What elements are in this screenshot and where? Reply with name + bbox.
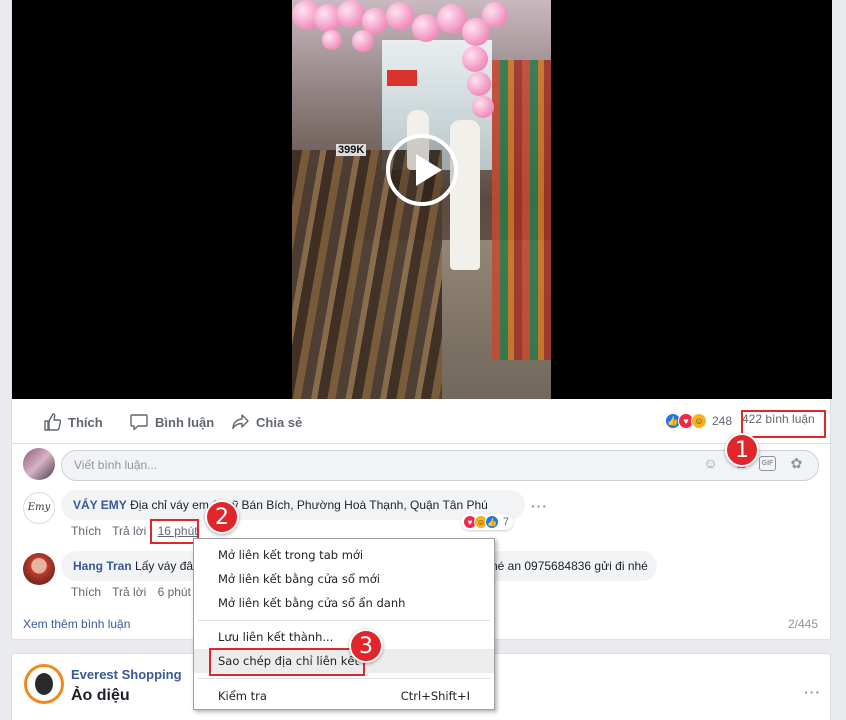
haha-reaction-icon: ☺ <box>691 413 707 429</box>
context-menu: Mở liên kết trong tab mới Mở liên kết bằ… <box>193 538 495 710</box>
comment-timestamp[interactable]: 6 phút <box>158 585 191 599</box>
highlight-copy-link <box>209 648 365 676</box>
comment-like-link[interactable]: Thích <box>71 524 101 538</box>
comment-meta: Thích Trả lời 6 phút <box>71 585 199 599</box>
comment-text: Địa chỉ váy em <box>130 498 209 512</box>
comment-label: Bình luận <box>155 414 215 430</box>
comment-options-icon[interactable]: ··· <box>531 498 548 514</box>
reactions-summary[interactable]: 👍 ♥ ☺ 248 <box>665 413 732 429</box>
menu-divider <box>198 620 490 621</box>
menu-item-save-link-as[interactable]: Lưu liên kết thành... <box>194 625 494 649</box>
comment-reply-link[interactable]: Trả lời <box>112 524 146 538</box>
price-tag: 399K <box>336 144 367 156</box>
comment-reply-link[interactable]: Trả lời <box>112 585 146 599</box>
comment-like-link[interactable]: Thích <box>71 585 101 599</box>
post-options-icon[interactable]: ··· <box>804 684 821 700</box>
share-arrow-icon <box>232 414 249 430</box>
comment-pagination-count: 2/445 <box>788 617 819 631</box>
like-button[interactable]: Thích <box>42 410 103 434</box>
gif-icon[interactable]: GIF <box>759 456 776 471</box>
sticker-icon[interactable]: ✿ <box>788 455 805 472</box>
step-marker-1: 1 <box>725 433 759 467</box>
user-avatar <box>23 448 55 480</box>
comment-button[interactable]: Bình luận <box>129 410 214 434</box>
share-button[interactable]: Chia sẻ <box>230 410 302 434</box>
highlight-timestamp <box>150 519 199 544</box>
comment-reactions[interactable]: ♥ ☺ 👍 7 <box>461 514 514 530</box>
thumbs-up-icon <box>44 413 62 431</box>
step-marker-3: 3 <box>349 629 383 663</box>
video-player[interactable]: 399K <box>12 0 832 399</box>
play-icon[interactable] <box>386 134 458 206</box>
menu-item-label: Kiểm tra <box>218 689 267 703</box>
post-actions-bar: Thích Bình luận Chia sẻ 👍 ♥ ☺ 248 422 bì… <box>12 404 832 444</box>
menu-item-open-new-tab[interactable]: Mở liên kết trong tab mới <box>194 543 494 567</box>
menu-item-label: Lưu liên kết thành... <box>218 630 334 644</box>
comment-avatar[interactable] <box>23 553 55 585</box>
highlight-comments-count <box>741 410 826 438</box>
person-figure <box>450 120 480 270</box>
comment-avatar[interactable]: Emy <box>23 492 55 524</box>
menu-item-label: Mở liên kết bằng cửa sổ ẩn danh <box>218 596 406 610</box>
page-avatar[interactable] <box>24 664 64 704</box>
like-reaction-icon: 👍 <box>485 515 499 529</box>
avatar-logo-text: Emy <box>27 502 51 513</box>
menu-divider <box>198 678 490 679</box>
comment-bubble-icon <box>130 414 148 431</box>
share-label: Chia sẻ <box>256 414 303 430</box>
comment-author[interactable]: Hang Tran <box>73 559 132 573</box>
comment-author[interactable]: VÁY EMY <box>73 498 127 512</box>
menu-item-shortcut: Ctrl+Shift+I <box>400 689 470 703</box>
comment-bubble: VÁY EMY Địa chỉ váy em / Luỹ Bán Bích, P… <box>61 490 525 520</box>
comment-text: Lấy váy đâu <box>135 559 200 573</box>
menu-item-open-incognito[interactable]: Mở liên kết bằng cửa sổ ẩn danh <box>194 591 494 615</box>
like-label: Thích <box>68 414 103 430</box>
comment-text-continued: / Luỹ Bán Bích, Phường Hoà Thạnh, Quận T… <box>212 498 488 512</box>
comment-reaction-count: 7 <box>503 516 510 528</box>
post-title: Ảo diệu <box>71 687 130 704</box>
menu-item-label: Mở liên kết bằng cửa sổ mới <box>218 572 380 586</box>
reaction-count: 248 <box>712 414 733 428</box>
menu-item-open-new-window[interactable]: Mở liên kết bằng cửa sổ mới <box>194 567 494 591</box>
menu-item-inspect[interactable]: Kiểm tra Ctrl+Shift+I <box>194 684 494 708</box>
view-more-comments-link[interactable]: Xem thêm bình luận <box>23 617 130 631</box>
comment-text-continued: hé an 0975684836 gửi đi nhé <box>491 559 648 573</box>
step-marker-2: 2 <box>205 500 239 534</box>
emoji-icon[interactable]: ☺ <box>702 455 719 472</box>
balloon-arch <box>292 0 551 118</box>
menu-item-label: Mở liên kết trong tab mới <box>218 548 364 562</box>
page-name-link[interactable]: Everest Shopping <box>71 667 182 682</box>
